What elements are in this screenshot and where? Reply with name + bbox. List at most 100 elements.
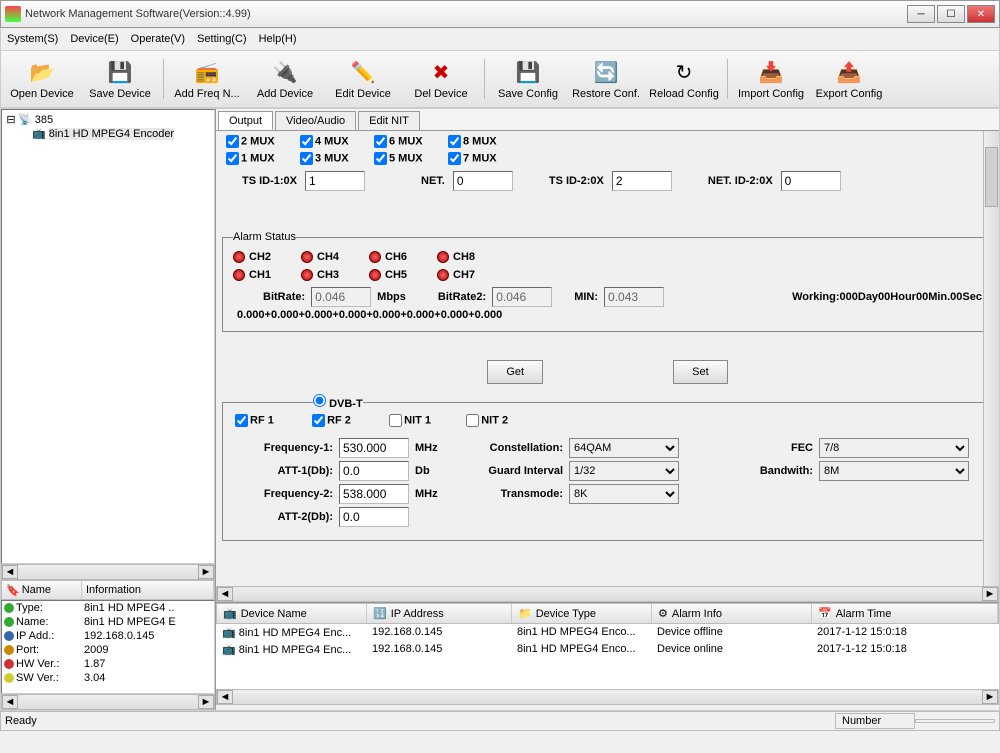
info-row[interactable]: SW Ver.:3.04 xyxy=(2,671,214,685)
save-device-button[interactable]: 💾Save Device xyxy=(85,58,155,100)
att2-input[interactable] xyxy=(339,507,409,527)
minimize-button[interactable]: ─ xyxy=(907,5,935,23)
info-row[interactable]: Name:8in1 HD MPEG4 E xyxy=(2,615,214,629)
nit2-checkbox[interactable] xyxy=(466,414,479,427)
tab-video-audio[interactable]: Video/Audio xyxy=(275,111,356,130)
info-row[interactable]: HW Ver.:1.87 xyxy=(2,657,214,671)
scroll-right-icon[interactable]: ► xyxy=(198,565,214,579)
grid-row[interactable]: 📺 8in1 HD MPEG4 Enc...192.168.0.1458in1 … xyxy=(216,641,999,658)
add-freq-button[interactable]: 📻Add Freq N... xyxy=(172,58,242,100)
scroll-left-icon[interactable]: ◄ xyxy=(217,587,233,601)
rf1-checkbox[interactable] xyxy=(235,414,248,427)
info-header-name[interactable]: 🔖 Name xyxy=(2,581,82,599)
ts-id2-input[interactable] xyxy=(612,171,672,191)
open-device-button[interactable]: 📂Open Device xyxy=(7,58,77,100)
att1-input[interactable] xyxy=(339,461,409,481)
tree-hscroll[interactable]: ◄► xyxy=(1,564,215,580)
type-icon: 📁 xyxy=(518,607,532,620)
tab-edit-nit[interactable]: Edit NIT xyxy=(358,111,420,130)
grid-header-name[interactable]: 📺Device Name xyxy=(217,604,367,623)
close-button[interactable]: ✕ xyxy=(967,5,995,23)
mux-checkbox-8mux[interactable]: 8 MUX xyxy=(448,135,522,148)
guard-interval-select[interactable]: 1/32 xyxy=(569,461,679,481)
set-button[interactable]: Set xyxy=(673,360,728,384)
reload-config-button[interactable]: ↻Reload Config xyxy=(649,58,719,100)
ts-id1-input[interactable] xyxy=(305,171,365,191)
get-button[interactable]: Get xyxy=(487,360,543,384)
freq1-label: Frequency-1: xyxy=(233,442,333,454)
scroll-right-icon[interactable]: ► xyxy=(982,587,998,601)
alarm-ch6: CH6 xyxy=(369,251,407,263)
content-hscroll[interactable]: ◄► xyxy=(216,586,999,602)
export-config-button[interactable]: 📤Export Config xyxy=(814,58,884,100)
device-tree[interactable]: ⊟📡 385 📺 8in1 HD MPEG4 Encoder xyxy=(1,109,215,564)
app-icon xyxy=(5,6,21,22)
mux-checkbox-6mux[interactable]: 6 MUX xyxy=(374,135,448,148)
restore-config-button[interactable]: 🔄Restore Conf. xyxy=(571,58,641,100)
scroll-right-icon[interactable]: ► xyxy=(198,695,214,709)
bitrate-label: BitRate: xyxy=(263,291,305,303)
status-number: Number xyxy=(835,713,915,729)
edit-device-button[interactable]: ✏️Edit Device xyxy=(328,58,398,100)
info-header-information[interactable]: Information xyxy=(82,581,214,599)
menu-device[interactable]: Device(E) xyxy=(70,33,118,45)
bitrate-sum: 0.000+0.000+0.000+0.000+0.000+0.000+0.00… xyxy=(237,309,982,321)
scroll-left-icon[interactable]: ◄ xyxy=(217,690,233,704)
menu-system[interactable]: System(S) xyxy=(7,33,58,45)
constellation-select[interactable]: 64QAM xyxy=(569,438,679,458)
grid-row[interactable]: 📺 8in1 HD MPEG4 Enc...192.168.0.1458in1 … xyxy=(216,624,999,641)
edit-device-icon: ✏️ xyxy=(349,58,377,86)
maximize-button[interactable]: ☐ xyxy=(937,5,965,23)
bitrate2-label: BitRate2: xyxy=(438,291,486,303)
main-area: ⊟📡 385 📺 8in1 HD MPEG4 Encoder ◄► 🔖 Name… xyxy=(0,108,1000,711)
save-config-button[interactable]: 💾Save Config xyxy=(493,58,563,100)
menu-operate[interactable]: Operate(V) xyxy=(131,33,185,45)
toolbar: 📂Open Device 💾Save Device 📻Add Freq N...… xyxy=(0,50,1000,108)
transmode-label: Transmode: xyxy=(463,488,563,500)
mux-checkbox-4mux[interactable]: 4 MUX xyxy=(300,135,374,148)
grid-header-alarm[interactable]: ⚙Alarm Info xyxy=(652,604,812,623)
mux-checkbox-3mux[interactable]: 3 MUX xyxy=(300,152,374,165)
net-id2-input[interactable] xyxy=(781,171,841,191)
freq2-input[interactable] xyxy=(339,484,409,504)
info-header: 🔖 Name Information xyxy=(1,580,215,600)
info-row[interactable]: Port:2009 xyxy=(2,643,214,657)
scroll-left-icon[interactable]: ◄ xyxy=(2,565,18,579)
tree-root[interactable]: ⊟📡 385 xyxy=(4,112,212,127)
grid-hscroll[interactable]: ◄► xyxy=(216,689,999,705)
mux-checkbox-1mux[interactable]: 1 MUX xyxy=(226,152,300,165)
menu-help[interactable]: Help(H) xyxy=(259,33,297,45)
info-row[interactable]: IP Add.:192.168.0.145 xyxy=(2,629,214,643)
fec-select[interactable]: 7/8 xyxy=(819,438,969,458)
alarm-legend: Alarm Status xyxy=(233,231,296,243)
net-input[interactable] xyxy=(453,171,513,191)
mux-checkbox-7mux[interactable]: 7 MUX xyxy=(448,152,522,165)
menu-bar: System(S) Device(E) Operate(V) Setting(C… xyxy=(0,28,1000,50)
grid-header-ip[interactable]: 🔢IP Address xyxy=(367,604,512,623)
grid-header-type[interactable]: 📁Device Type xyxy=(512,604,652,623)
tab-output[interactable]: Output xyxy=(218,111,273,130)
bandwidth-select[interactable]: 8M xyxy=(819,461,969,481)
mux-checkbox-5mux[interactable]: 5 MUX xyxy=(374,152,448,165)
guard-interval-label: Guard Interval xyxy=(463,465,563,477)
del-device-button[interactable]: ✖Del Device xyxy=(406,58,476,100)
import-config-button[interactable]: 📥Import Config xyxy=(736,58,806,100)
info-hscroll[interactable]: ◄► xyxy=(1,694,215,710)
scroll-left-icon[interactable]: ◄ xyxy=(2,695,18,709)
rf2-checkbox[interactable] xyxy=(312,414,325,427)
menu-setting[interactable]: Setting(C) xyxy=(197,33,247,45)
freq1-input[interactable] xyxy=(339,438,409,458)
tree-child[interactable]: 📺 8in1 HD MPEG4 Encoder xyxy=(32,127,212,140)
info-list: Type:8in1 HD MPEG4 ..Name:8in1 HD MPEG4 … xyxy=(1,600,215,694)
nit1-checkbox[interactable] xyxy=(389,414,402,427)
mux-checkbox-2mux[interactable]: 2 MUX xyxy=(226,135,300,148)
add-device-button[interactable]: 🔌Add Device xyxy=(250,58,320,100)
dvbt-radio[interactable] xyxy=(313,394,326,407)
grid-header-time[interactable]: 📅Alarm Time xyxy=(812,604,998,623)
alarm-dot-icon xyxy=(369,269,381,281)
transmode-select[interactable]: 8K xyxy=(569,484,679,504)
scroll-right-icon[interactable]: ► xyxy=(982,690,998,704)
content-vscroll[interactable] xyxy=(983,131,999,586)
bitrate2-input xyxy=(492,287,552,307)
info-row[interactable]: Type:8in1 HD MPEG4 .. xyxy=(2,601,214,615)
